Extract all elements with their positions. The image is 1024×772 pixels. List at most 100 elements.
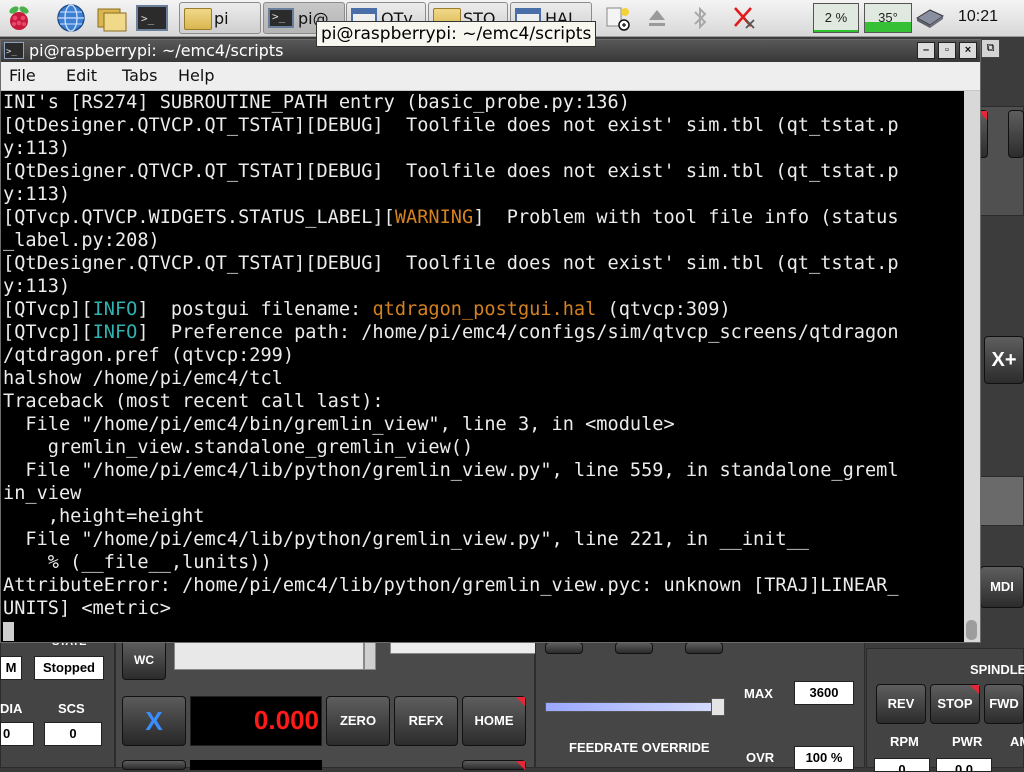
terminal-line: File "/home/pi/emc4/bin/gremlin_view", l… — [3, 413, 899, 436]
background-window-restore-button[interactable]: ⧉ — [981, 39, 1000, 58]
cpu-percent: 2 % — [824, 10, 848, 25]
menu-edit[interactable]: Edit — [66, 66, 97, 85]
terminal-line: ,height=height — [3, 505, 899, 528]
log-text: [QtDesigner.QTVCP.QT_TSTAT][DEBUG] Toolf… — [3, 115, 899, 136]
log-level-info: INFO — [92, 322, 138, 343]
terminal-line: y:113) — [3, 275, 899, 298]
log-text: in_view — [3, 483, 82, 504]
spindle-fwd-button[interactable]: FWD — [984, 684, 1024, 724]
minimize-button[interactable]: – — [917, 42, 935, 59]
mdi-label: MDI — [990, 579, 1014, 594]
ovr-value: 100 % — [794, 746, 854, 770]
home-y-button[interactable] — [462, 760, 526, 770]
web-browser-icon[interactable] — [56, 3, 86, 33]
fwd-label: FWD — [989, 696, 1019, 711]
log-text: /qtdragon.pref (qtvcp:299) — [3, 345, 295, 366]
bluetooth-icon[interactable] — [690, 4, 710, 32]
log-text: UNITS] <metric> — [3, 598, 171, 619]
spindle-stop-button[interactable]: STOP — [930, 684, 980, 724]
pwr-label: PWR — [952, 734, 983, 749]
wcs-button[interactable]: WC — [122, 640, 166, 680]
cpu-monitor: 2 % — [813, 3, 859, 33]
cpu-level-bar — [814, 30, 858, 32]
eject-icon[interactable] — [646, 4, 668, 32]
dro-x-value: 0.000 — [253, 705, 319, 735]
axis-x-button[interactable]: X — [122, 696, 186, 746]
gcode-field[interactable] — [174, 640, 364, 670]
terminal-output[interactable]: INI's [RS274] SUBROUTINE_PATH entry (bas… — [1, 91, 964, 642]
tooltip: pi@raspberrypi: ~/emc4/scripts — [316, 21, 597, 47]
terminal-line: File "/home/pi/emc4/lib/python/gremlin_v… — [3, 459, 899, 482]
refx-button[interactable]: REFX — [394, 696, 458, 746]
log-text: File "/home/pi/emc4/bin/gremlin_view", l… — [3, 414, 675, 435]
max-label: MAX — [744, 686, 773, 701]
speed-preset-2[interactable] — [615, 642, 653, 654]
scs-value: 0 — [44, 722, 102, 746]
menu-bar: File Edit Tabs Help — [1, 62, 980, 91]
raspberry-menu-icon[interactable] — [4, 3, 34, 33]
mdi-button[interactable]: MDI — [980, 566, 1024, 608]
menu-help[interactable]: Help — [178, 66, 214, 85]
terminal-window: >_ pi@raspberrypi: ~/emc4/scripts – ▫ × … — [0, 39, 981, 643]
rev-label: REV — [887, 696, 915, 711]
vertical-scrollbar[interactable] — [964, 91, 980, 642]
state-value: Stopped — [34, 656, 104, 680]
jog-x-plus-button[interactable]: X+ — [984, 336, 1024, 384]
log-text: ] postgui filename: — [137, 299, 373, 320]
feedrate-label: FEEDRATE OVERRIDE — [569, 740, 710, 755]
dro-x-display: 0.000 — [190, 696, 322, 746]
maximize-button[interactable]: ▫ — [938, 42, 956, 59]
scs-label: SCS — [58, 701, 85, 716]
task-button-pi[interactable]: pi — [179, 2, 261, 34]
dia-value: 0 — [0, 722, 34, 746]
log-text: y:113) — [3, 184, 71, 205]
terminal-launcher-icon[interactable]: >_ — [136, 3, 168, 33]
log-text: File "/home/pi/emc4/lib/python/gremlin_v… — [3, 529, 809, 550]
right-edge-button[interactable] — [1008, 110, 1024, 158]
log-text: Traceback (most recent call last): — [3, 391, 384, 412]
terminal-line: [QTvcp][INFO] postgui filename: qtdragon… — [3, 298, 899, 321]
close-button[interactable]: × — [959, 42, 977, 59]
log-text: AttributeError: /home/pi/emc4/lib/python… — [3, 575, 899, 596]
axis-y-button[interactable] — [122, 760, 186, 770]
updater-icon[interactable] — [604, 4, 632, 32]
spindle-slider-track[interactable] — [545, 702, 721, 712]
spindle-rev-button[interactable]: REV — [876, 684, 926, 724]
speed-preset-1[interactable] — [545, 642, 583, 654]
dro-y-display — [190, 760, 322, 770]
terminal-line: y:113) — [3, 137, 899, 160]
spindle-slider-handle[interactable] — [711, 698, 725, 716]
menu-file[interactable]: File — [9, 66, 36, 85]
log-text: File "/home/pi/emc4/lib/python/gremlin_v… — [3, 460, 899, 481]
home-label: HOME — [474, 713, 514, 728]
log-text: % (__file__,lunits)) — [3, 552, 272, 573]
rpm-value: 0 — [874, 758, 930, 772]
terminal-line: y:113) — [3, 183, 899, 206]
jog-x-plus-label: X+ — [991, 349, 1017, 371]
file-manager-icon[interactable] — [96, 3, 127, 33]
clock[interactable]: 10:21 — [958, 8, 998, 26]
right-mid-panel — [980, 476, 1024, 526]
gcode-scroll[interactable] — [364, 640, 376, 670]
refx-label: REFX — [408, 713, 444, 728]
menu-tabs[interactable]: Tabs — [122, 66, 157, 85]
home-button[interactable]: HOME — [462, 696, 526, 746]
zero-button[interactable]: ZERO — [326, 696, 390, 746]
stop-label: STOP — [937, 696, 973, 711]
drive-icon[interactable] — [915, 4, 945, 32]
log-text: (qtvcp:309) — [596, 299, 731, 320]
spindle-label: SPINDLE — [970, 662, 1024, 677]
zero-label: ZERO — [339, 713, 377, 728]
terminal-icon: >_ — [268, 8, 294, 28]
close-icon: × — [964, 44, 972, 56]
log-text: [QtDesigner.QTVCP.QT_TSTAT][DEBUG] Toolf… — [3, 161, 899, 182]
scrollbar-thumb[interactable] — [966, 620, 977, 640]
temperature-monitor: 35° — [864, 3, 912, 33]
terminal-line: % (__file__,lunits)) — [3, 551, 899, 574]
network-disconnected-icon[interactable] — [730, 4, 758, 32]
pwr-value: 0.0 — [936, 758, 992, 772]
log-text: y:113) — [3, 138, 71, 159]
log-text: INI's [RS274] SUBROUTINE_PATH entry (bas… — [3, 92, 630, 113]
speed-preset-3[interactable] — [685, 642, 723, 654]
folder-icon — [184, 8, 212, 30]
